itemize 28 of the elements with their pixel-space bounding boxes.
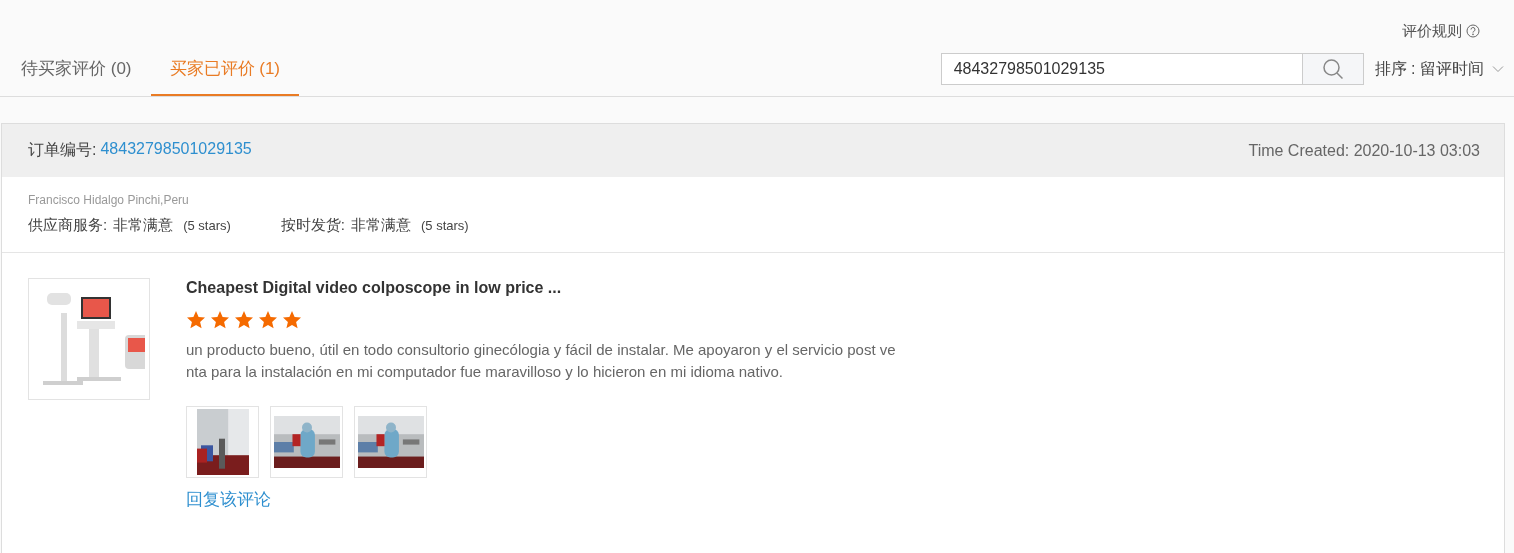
buyer-name: Francisco Hidalgo Pinchi,Peru (28, 193, 190, 207)
rating-note: (5 stars) (421, 218, 469, 233)
product-title[interactable]: Cheapest Digital video colposcope in low price ... (186, 279, 896, 297)
star-icon (186, 310, 206, 330)
sort-dropdown[interactable]: 排序 : 留评时间 (1374, 58, 1504, 80)
time-created: Time Created: 2020-10-13 03:03 (1248, 141, 1480, 160)
rating-note: (5 stars) (183, 218, 231, 233)
order-label: 订单编号: (28, 140, 97, 160)
rating-value: 非常满意 (113, 216, 174, 235)
reply-link[interactable]: 回复该评论 (186, 488, 271, 511)
rules-link[interactable]: 评价规则 (1402, 21, 1462, 41)
photo-thumbnail[interactable] (354, 406, 427, 478)
search-button[interactable] (1302, 53, 1364, 85)
rating-label: 供应商服务: (28, 216, 108, 235)
star-icon (234, 310, 254, 330)
search-field[interactable]: 48432798501029135 (940, 53, 1303, 85)
chevron-down-icon (1492, 65, 1504, 73)
help-icon (1466, 24, 1480, 38)
photo-thumbnail[interactable] (270, 406, 343, 478)
rating-value: 非常满意 (351, 216, 411, 235)
rating-label: 按时发货: (280, 216, 345, 235)
tab[interactable]: 待买家评价 (0) (2, 48, 151, 96)
review-text: un producto bueno, útil en todo consultorio ginecólogia y fácil de instalar. Me apoyaron y el servicio post ve nta para la instalación en mi computador fue maravilloso y lo hicieron en mi idioma nativo. (186, 340, 896, 382)
photo-thumbnail[interactable] (186, 406, 259, 478)
search-icon (1321, 58, 1344, 80)
star-icon (210, 310, 230, 330)
star-icon (258, 310, 278, 330)
star-icon (282, 310, 302, 330)
